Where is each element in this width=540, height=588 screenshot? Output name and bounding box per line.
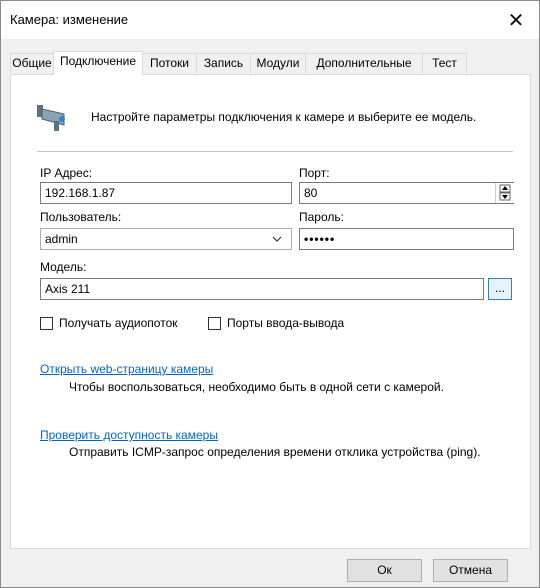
window-title: Камера: изменение: [10, 12, 129, 27]
tab-connection[interactable]: Подключение: [53, 51, 143, 75]
user-select[interactable]: admin: [40, 228, 292, 250]
spin-arrows-icon: [499, 184, 511, 201]
tab-test[interactable]: Тест: [422, 53, 467, 73]
ip-address-input[interactable]: 192.168.1.87: [40, 182, 292, 204]
title-bar[interactable]: Камера: изменение ✕: [1, 1, 539, 39]
audio-checkbox-label: Получать аудиопоток: [59, 316, 178, 330]
tab-advanced[interactable]: Дополнительные: [305, 53, 423, 73]
ok-button[interactable]: Ок: [347, 559, 422, 582]
password-label: Пароль:: [299, 210, 344, 224]
intro-text: Настройте параметры подключения к камере…: [91, 110, 477, 124]
model-input[interactable]: Axis 211: [40, 278, 484, 300]
port-stepper[interactable]: 80: [299, 182, 514, 204]
ping-description: Отправить ICMP-запрос определения времен…: [69, 445, 481, 459]
tab-recording[interactable]: Запись: [196, 53, 251, 73]
user-value: admin: [45, 232, 78, 246]
port-label: Порт:: [299, 166, 330, 180]
cancel-button[interactable]: Отмена: [433, 559, 508, 582]
io-ports-checkbox-label: Порты ввода-вывода: [227, 316, 345, 330]
ping-camera-link[interactable]: Проверить доступность камеры: [40, 428, 218, 442]
port-spin-buttons[interactable]: [495, 183, 514, 203]
port-value: 80: [304, 186, 318, 200]
tab-streams[interactable]: Потоки: [142, 53, 197, 73]
cancel-button-label: Отмена: [448, 563, 493, 577]
dialog-window: Камера: изменение ✕ Общие Подключение По…: [0, 0, 540, 588]
browse-model-button[interactable]: ...: [488, 278, 512, 300]
camera-icon: [36, 103, 70, 136]
connection-panel: Настройте параметры подключения к камере…: [10, 74, 531, 549]
open-web-description: Чтобы воспользоваться, необходимо быть в…: [69, 380, 444, 394]
tab-modules[interactable]: Модули: [250, 53, 306, 73]
close-button[interactable]: ✕: [493, 1, 539, 39]
ok-button-label: Ок: [377, 563, 392, 577]
ip-label: IP Адрес:: [40, 166, 93, 180]
tab-general[interactable]: Общие: [10, 53, 54, 73]
divider: [37, 151, 513, 152]
audio-checkbox[interactable]: [40, 317, 53, 330]
io-ports-checkbox[interactable]: [208, 317, 221, 330]
open-web-page-link[interactable]: Открыть web-страницу камеры: [40, 362, 213, 376]
close-icon: ✕: [507, 9, 525, 32]
model-label: Модель:: [40, 260, 87, 274]
password-input[interactable]: ••••••: [299, 228, 514, 250]
user-label: Пользователь:: [40, 210, 122, 224]
chevron-down-icon[interactable]: [271, 233, 283, 248]
